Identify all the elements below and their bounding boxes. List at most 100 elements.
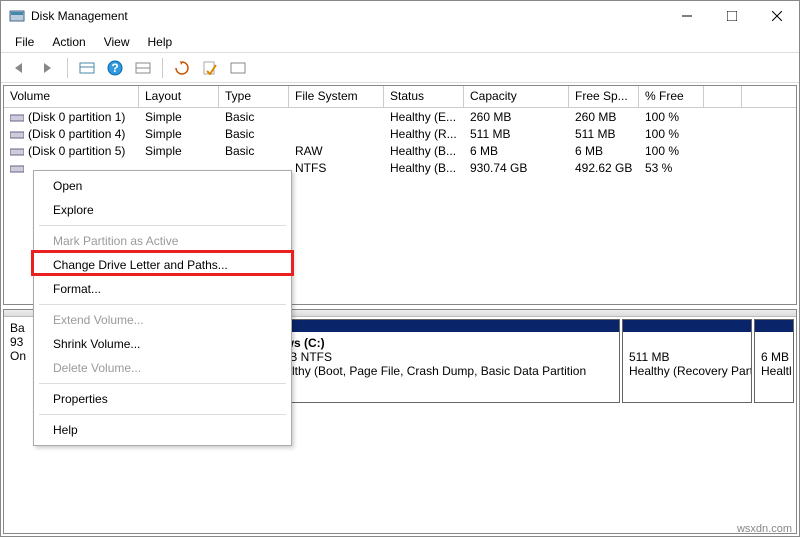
cell: 260 MB <box>569 110 639 124</box>
partition-title: dows (C:) <box>270 336 613 350</box>
partition[interactable]: dows (C:) 4 GB NTFS Healthy (Boot, Page … <box>263 319 620 403</box>
cell: 6 MB <box>464 144 569 158</box>
app-icon <box>9 8 25 24</box>
menu-extend-volume: Extend Volume... <box>37 308 288 332</box>
partition-sub: 511 MB <box>629 350 745 364</box>
col-status[interactable]: Status <box>384 86 464 107</box>
cell: Healthy (B... <box>384 161 464 175</box>
menu-open[interactable]: Open <box>37 174 288 198</box>
separator <box>67 58 68 78</box>
partition[interactable]: 6 MB Healtl <box>754 319 794 403</box>
cell: RAW <box>289 144 384 158</box>
close-button[interactable] <box>754 1 799 31</box>
menu-view[interactable]: View <box>96 33 138 51</box>
toolbar-btn-2[interactable] <box>132 57 154 79</box>
cell: 100 % <box>639 127 704 141</box>
menu-mark-active: Mark Partition as Active <box>37 229 288 253</box>
table-row[interactable]: (Disk 0 partition 4) Simple Basic Health… <box>4 125 796 142</box>
titlebar: Disk Management <box>1 1 799 31</box>
col-blank[interactable] <box>704 86 742 107</box>
cell: 930.74 GB <box>464 161 569 175</box>
partition-status: Healtl <box>761 364 787 378</box>
svg-text:?: ? <box>111 61 118 75</box>
cell: Healthy (E... <box>384 110 464 124</box>
minimize-button[interactable] <box>664 1 709 31</box>
cell: Simple <box>139 127 219 141</box>
partition-body: 511 MB Healthy (Recovery Partit <box>623 332 751 402</box>
table-row[interactable]: (Disk 0 partition 1) Simple Basic Health… <box>4 108 796 125</box>
toolbar: ? <box>1 53 799 83</box>
back-button[interactable] <box>9 57 31 79</box>
menu-action[interactable]: Action <box>44 33 93 51</box>
cell: (Disk 0 partition 5) <box>28 144 125 158</box>
menu-help[interactable]: Help <box>140 33 181 51</box>
cell: 6 MB <box>569 144 639 158</box>
cell: Healthy (R... <box>384 127 464 141</box>
toolbar-btn-3[interactable] <box>199 57 221 79</box>
cell: 53 % <box>639 161 704 175</box>
toolbar-btn-1[interactable] <box>76 57 98 79</box>
menu-shrink-volume[interactable]: Shrink Volume... <box>37 332 288 356</box>
cell: NTFS <box>289 161 384 175</box>
cell: 260 MB <box>464 110 569 124</box>
forward-button[interactable] <box>37 57 59 79</box>
cell: 511 MB <box>569 127 639 141</box>
menu-separator <box>39 304 286 305</box>
cell: Basic <box>219 127 289 141</box>
volume-icon <box>10 163 24 173</box>
table-row[interactable]: (Disk 0 partition 5) Simple Basic RAW He… <box>4 142 796 159</box>
partition-body: 6 MB Healtl <box>755 332 793 402</box>
cell: 492.62 GB <box>569 161 639 175</box>
partition-body: dows (C:) 4 GB NTFS Healthy (Boot, Page … <box>264 332 619 402</box>
menu-delete-volume: Delete Volume... <box>37 356 288 380</box>
menu-file[interactable]: File <box>7 33 42 51</box>
col-volume[interactable]: Volume <box>4 86 139 107</box>
col-capacity[interactable]: Capacity <box>464 86 569 107</box>
menu-separator <box>39 383 286 384</box>
menu-explore[interactable]: Explore <box>37 198 288 222</box>
context-menu: Open Explore Mark Partition as Active Ch… <box>33 170 292 446</box>
partition-status: Healthy (Recovery Partit <box>629 364 745 378</box>
col-pct[interactable]: % Free <box>639 86 704 107</box>
cell: (Disk 0 partition 1) <box>28 110 125 124</box>
partition-bar <box>264 320 619 332</box>
partition-bar <box>755 320 793 332</box>
window-controls <box>664 1 799 31</box>
help-icon[interactable]: ? <box>104 57 126 79</box>
col-free[interactable]: Free Sp... <box>569 86 639 107</box>
partition-sub: 6 MB <box>761 350 787 364</box>
cell: Simple <box>139 144 219 158</box>
menu-properties[interactable]: Properties <box>37 387 288 411</box>
cell: (Disk 0 partition 4) <box>28 127 125 141</box>
col-type[interactable]: Type <box>219 86 289 107</box>
partition[interactable]: 511 MB Healthy (Recovery Partit <box>622 319 752 403</box>
partition-bar <box>623 320 751 332</box>
menu-format[interactable]: Format... <box>37 277 288 301</box>
volume-icon <box>10 112 24 122</box>
table-header: Volume Layout Type File System Status Ca… <box>4 86 796 108</box>
menu-separator <box>39 225 286 226</box>
maximize-button[interactable] <box>709 1 754 31</box>
volume-icon <box>10 129 24 139</box>
partition-sub: 4 GB NTFS <box>270 350 613 364</box>
col-filesystem[interactable]: File System <box>289 86 384 107</box>
cell: 100 % <box>639 144 704 158</box>
refresh-icon[interactable] <box>171 57 193 79</box>
cell: 100 % <box>639 110 704 124</box>
separator <box>162 58 163 78</box>
menu-change-drive-letter[interactable]: Change Drive Letter and Paths... <box>37 253 288 277</box>
volume-icon <box>10 146 24 156</box>
menu-separator <box>39 414 286 415</box>
menubar: File Action View Help <box>1 31 799 53</box>
cell: Basic <box>219 144 289 158</box>
cell: Healthy (B... <box>384 144 464 158</box>
cell: Basic <box>219 110 289 124</box>
col-layout[interactable]: Layout <box>139 86 219 107</box>
cell: Simple <box>139 110 219 124</box>
cell: 511 MB <box>464 127 569 141</box>
toolbar-btn-4[interactable] <box>227 57 249 79</box>
menu-help[interactable]: Help <box>37 418 288 442</box>
watermark: wsxdn.com <box>737 523 792 535</box>
window-title: Disk Management <box>31 9 664 23</box>
partition-status: Healthy (Boot, Page File, Crash Dump, Ba… <box>270 364 613 378</box>
